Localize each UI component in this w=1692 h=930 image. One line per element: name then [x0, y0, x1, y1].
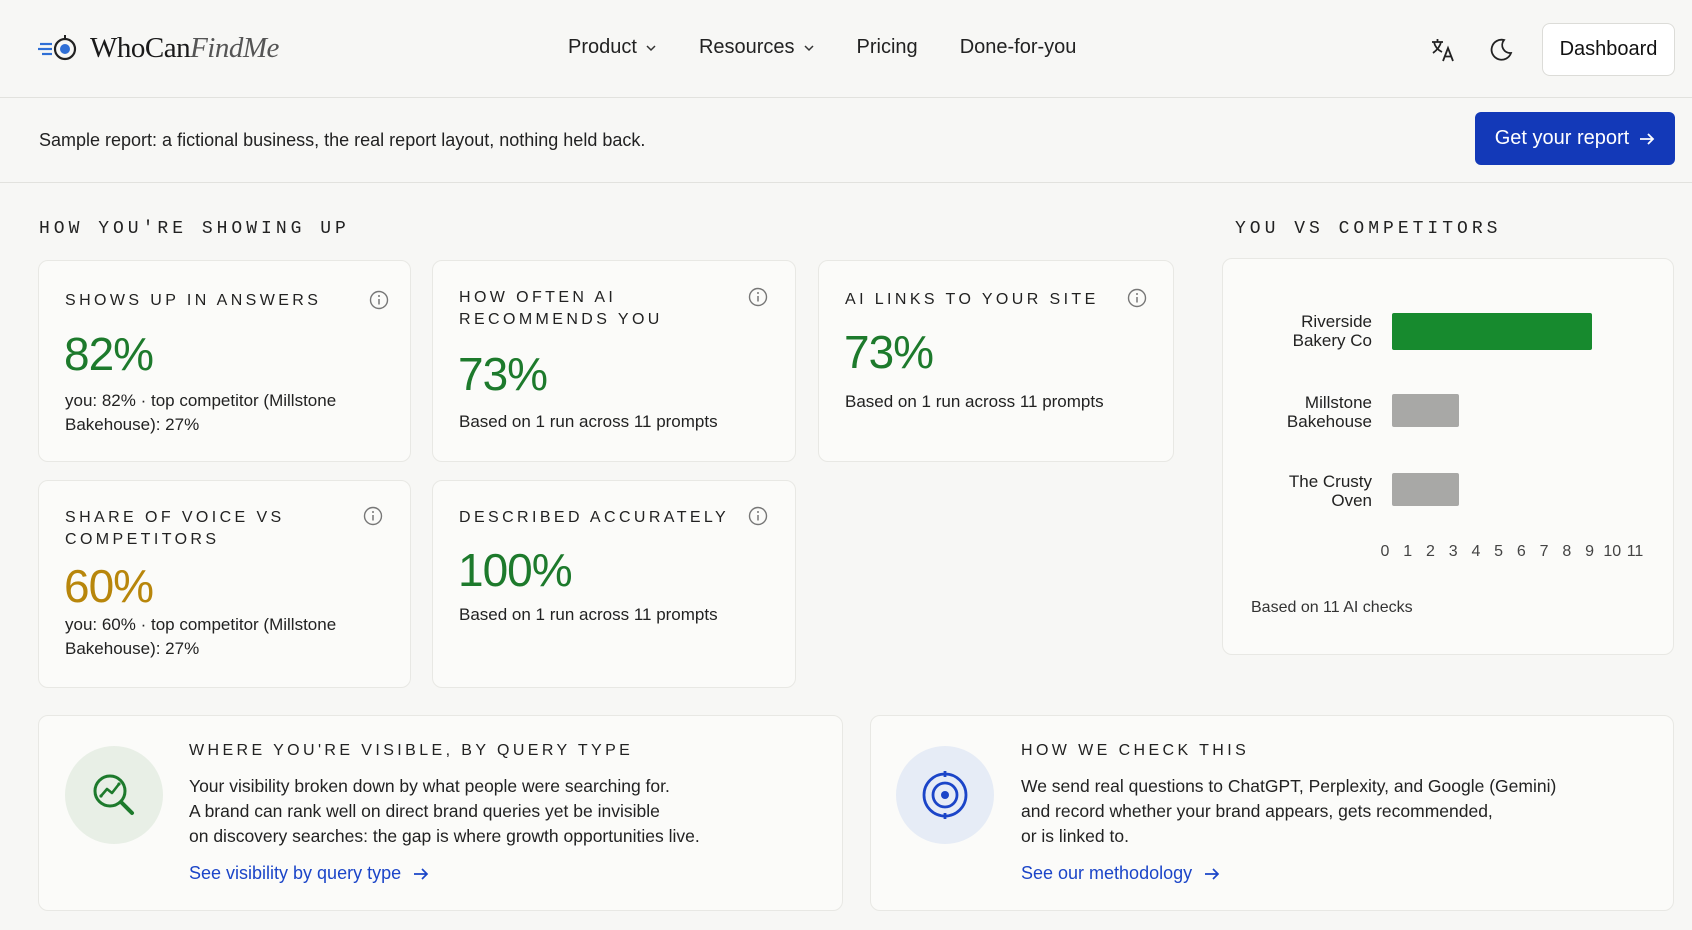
competitor-label: The Crusty Oven: [1288, 472, 1372, 510]
get-report-label: Get your report: [1494, 127, 1630, 149]
query-type-body-line-1: Your visibility broken down by what peop…: [189, 776, 670, 796]
metric-subtext-line-1: you: 60% · top competitor (Millstone: [65, 615, 337, 634]
competitor-label: Riverside Bakery Co: [1292, 312, 1372, 350]
brand-logo[interactable]: WhoCanFindMe: [38, 30, 279, 66]
nav-pricing[interactable]: Pricing: [857, 36, 918, 59]
target-icon: [922, 771, 968, 819]
query-type-body-line-2: A brand can rank well on direct brand qu…: [189, 801, 660, 821]
metric-label-line-2: COMPETITORS: [65, 531, 220, 548]
arrow-right-icon: [1640, 132, 1655, 145]
methodology-body-line-1: We send real questions to ChatGPT, Perpl…: [1021, 776, 1557, 796]
metric-subtext: Based on 1 run across 11 prompts: [459, 605, 718, 624]
sample-banner-text: Sample report: a fictional business, the…: [39, 130, 646, 150]
metric-value: 60%: [64, 560, 154, 612]
metric-label-line-1: HOW OFTEN AI: [459, 289, 617, 306]
x-axis-tick-label: 3: [1448, 543, 1458, 560]
dark-mode-moon-icon[interactable]: [1488, 37, 1514, 63]
translate-icon[interactable]: [1430, 37, 1456, 63]
nav-pricing-label: Pricing: [856, 36, 918, 58]
competitor-bar: [1392, 473, 1459, 506]
competitor-label: Millstone Bakehouse: [1286, 393, 1372, 431]
metric-label: SHOWS UP IN ANSWERS: [65, 292, 322, 309]
metric-value: 100%: [458, 544, 573, 596]
competitor-bar: [1392, 313, 1592, 350]
x-axis-tick-label: 0: [1380, 543, 1390, 560]
x-axis-tick-label: 9: [1585, 543, 1594, 560]
metric-subtext-line-2: Bakehouse): 27%: [65, 415, 200, 434]
arrow-right-icon: [1205, 867, 1220, 880]
search-trend-icon: [93, 774, 134, 815]
query-type-body-line-3: on discovery searches: the gap is where …: [189, 826, 700, 846]
metric-value: 73%: [844, 326, 934, 378]
metric-subtext: Based on 1 run across 11 prompts: [845, 392, 1104, 411]
site-header: WhoCanFindMe Product Resources Pricing D…: [0, 0, 1692, 98]
nav-product-label: Product: [568, 36, 637, 58]
metric-subtext-line-1: you: 82% · top competitor (Millstone: [65, 391, 337, 410]
x-axis-tick-label: 2: [1426, 543, 1435, 560]
arrow-right-icon: [414, 867, 429, 880]
get-report-button[interactable]: Get your report: [1475, 112, 1675, 165]
query-type-card: WHERE YOU'RE VISIBLE, BY QUERY TYPE Your…: [38, 715, 843, 911]
x-axis-tick-label: 8: [1562, 543, 1572, 560]
x-axis-tick-label: 1: [1403, 543, 1413, 560]
x-axis-tick-label: 11: [1626, 543, 1644, 560]
competitors-title: YOU VS COMPETITORS: [1235, 219, 1502, 239]
x-axis-tick-label: 5: [1494, 543, 1504, 560]
x-axis-tick-label: 4: [1471, 543, 1481, 560]
info-icon[interactable]: [748, 506, 768, 526]
search-trend-icon-badge: [65, 746, 163, 844]
nav-resources[interactable]: Resources: [699, 36, 815, 59]
nav-done-for-you[interactable]: Done-for-you: [960, 36, 1077, 59]
info-icon[interactable]: [1127, 288, 1147, 308]
metric-card-accuracy: DESCRIBED ACCURATELY 100% Based on 1 run…: [432, 480, 796, 688]
sample-banner: Sample report: a fictional business, the…: [0, 98, 1692, 183]
competitors-chart-note: Based on 11 AI checks: [1251, 599, 1413, 616]
metric-label-line-1: SHARE OF VOICE VS: [65, 509, 285, 526]
info-icon[interactable]: [748, 287, 768, 307]
dashboard-button[interactable]: Dashboard: [1542, 23, 1675, 76]
radar-logo-icon: [38, 35, 77, 61]
x-axis-tick-label: 7: [1539, 543, 1549, 560]
info-icon[interactable]: [363, 506, 383, 526]
chevron-down-icon: [646, 44, 656, 51]
query-type-link[interactable]: See visibility by query type: [189, 863, 429, 884]
metric-card-share-of-voice: SHARE OF VOICE VS COMPETITORS 60% you: 6…: [38, 480, 411, 688]
nav-product[interactable]: Product: [568, 36, 657, 59]
query-type-link-label: See visibility by query type: [189, 863, 402, 883]
nav-done-for-you-label: Done-for-you: [959, 36, 1077, 58]
target-icon-badge: [896, 746, 994, 844]
main-nav: Product Resources Pricing Done-for-you: [568, 36, 1076, 59]
brand-name: WhoCanFindMe: [90, 31, 279, 64]
chevron-down-icon: [804, 44, 814, 51]
x-axis-tick-label: 6: [1516, 543, 1526, 560]
query-type-title: WHERE YOU'RE VISIBLE, BY QUERY TYPE: [189, 742, 634, 759]
metric-label-line-2: RECOMMENDS YOU: [459, 311, 663, 328]
x-axis-tick-label: 10: [1603, 543, 1622, 560]
metric-value: 82%: [64, 328, 154, 380]
metric-subtext-line-2: Bakehouse): 27%: [65, 639, 200, 658]
nav-resources-label: Resources: [698, 36, 795, 58]
metric-value: 73%: [458, 348, 548, 400]
methodology-body-line-3: or is linked to.: [1021, 826, 1129, 846]
competitor-bar: [1392, 394, 1459, 427]
metric-card-links: AI LINKS TO YOUR SITE 73% Based on 1 run…: [818, 260, 1174, 462]
showing-up-title: HOW YOU'RE SHOWING UP: [39, 219, 350, 239]
methodology-link[interactable]: See our methodology: [1021, 863, 1220, 884]
methodology-body-line-2: and record whether your brand appears, g…: [1021, 801, 1493, 821]
metric-card-shows-up: SHOWS UP IN ANSWERS 82% you: 82% · top c…: [38, 260, 411, 462]
metric-label: DESCRIBED ACCURATELY: [459, 509, 730, 526]
methodology-card: HOW WE CHECK THIS We send real questions…: [870, 715, 1674, 911]
info-icon[interactable]: [369, 290, 389, 310]
metric-card-recommends: HOW OFTEN AI RECOMMENDS YOU 73% Based on…: [432, 260, 796, 462]
methodology-title: HOW WE CHECK THIS: [1021, 742, 1250, 759]
metric-subtext: Based on 1 run across 11 prompts: [459, 412, 718, 431]
methodology-link-label: See our methodology: [1021, 863, 1193, 883]
metric-label: AI LINKS TO YOUR SITE: [845, 291, 1099, 308]
